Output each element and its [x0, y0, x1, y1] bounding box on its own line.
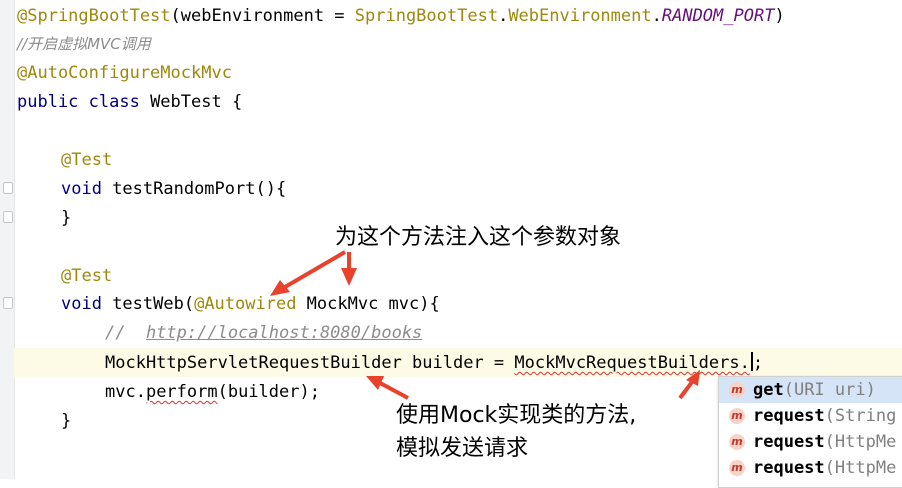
completion-item[interactable]: m request(String	[719, 403, 902, 429]
completion-item[interactable]: m request(HttpMe	[719, 429, 902, 455]
completion-name: request	[753, 432, 825, 452]
arrow-line	[283, 250, 347, 289]
method-icon: m	[729, 408, 745, 424]
arrow-line	[678, 380, 694, 400]
method-icon: m	[729, 382, 745, 398]
completion-name: request	[753, 458, 825, 478]
completion-name: request	[753, 406, 825, 426]
method-icon: m	[729, 460, 745, 476]
annotation-bottom-line1: 使用Mock实现类的方法,	[396, 403, 637, 428]
completion-item[interactable]: m request(HttpMe	[719, 455, 902, 481]
arrow-line	[379, 381, 409, 400]
completion-args: (HttpMe	[824, 458, 897, 478]
completion-item[interactable]: m get(URI uri)	[719, 377, 902, 403]
completion-name: get	[753, 380, 784, 400]
completion-args: (URI uri)	[783, 380, 876, 400]
annotation-top: 为这个方法注入这个参数对象	[335, 225, 622, 250]
completion-args: (HttpMe	[824, 432, 897, 452]
method-icon: m	[729, 434, 745, 450]
completion-args: (String	[824, 406, 897, 426]
annotation-bottom-line2: 模拟发送请求	[396, 436, 529, 461]
autocomplete-popup[interactable]: m get(URI uri) m request(String m request(H…	[718, 376, 902, 488]
arrow-head	[341, 268, 357, 286]
